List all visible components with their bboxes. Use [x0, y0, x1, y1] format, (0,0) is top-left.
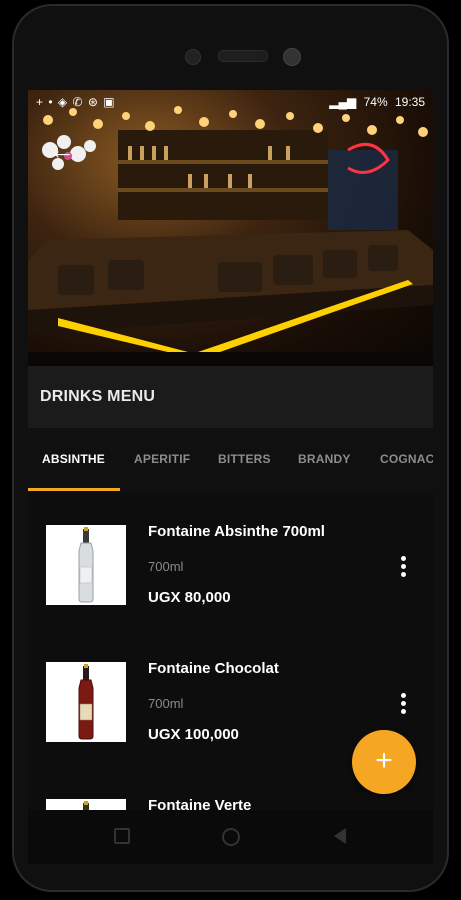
tab-brandy[interactable]: BRANDY	[298, 452, 351, 466]
clock: 19:35	[394, 95, 425, 109]
more-options-icon[interactable]	[396, 554, 410, 582]
back-arrow-icon[interactable]: ←	[48, 136, 76, 164]
product-price: UGX 100,000	[148, 726, 239, 743]
page-title: DRINKS MENU	[40, 388, 156, 405]
product-size: 700ml	[148, 696, 184, 711]
status-right: ▂▄▆ 74% 19:35	[325, 95, 425, 109]
app-screen: + • ◈ ✆ ⊛ ▣ ▂▄▆ 74% 19:35 ← DRINKS MENU …	[28, 90, 433, 810]
front-sensor	[185, 49, 201, 65]
product-size: 700ml	[148, 559, 184, 574]
product-image	[46, 662, 126, 742]
status-bar: + • ◈ ✆ ⊛ ▣ ▂▄▆ 74% 19:35	[28, 90, 433, 114]
earpiece	[218, 50, 268, 62]
front-camera	[283, 48, 301, 66]
list-item[interactable]: Fontaine Absinthe 700ml 700ml UGX 80,000	[28, 492, 433, 629]
battery-level: 74%	[363, 95, 388, 109]
active-tab-indicator	[28, 488, 120, 491]
system-nav-bar	[28, 810, 433, 864]
signal-icon: ▂▄▆	[329, 95, 357, 109]
tab-bitters[interactable]: BITTERS	[218, 452, 271, 466]
product-price: UGX 80,000	[148, 589, 231, 606]
product-name: Fontaine Verte	[148, 797, 252, 810]
tab-absinthe[interactable]: ABSINTHE	[42, 452, 105, 466]
bar-hero-image: + • ◈ ✆ ⊛ ▣ ▂▄▆ 74% 19:35 ←	[28, 90, 433, 366]
product-image	[46, 525, 126, 605]
tab-aperitif[interactable]: APERITIF	[134, 452, 190, 466]
recent-apps-icon[interactable]	[114, 828, 130, 844]
back-icon[interactable]	[334, 828, 346, 844]
tab-cognac[interactable]: COGNAC	[380, 452, 433, 466]
title-bar: DRINKS MENU	[28, 366, 433, 428]
category-tabs: ABSINTHE APERITIF BITTERS BRANDY COGNAC	[28, 428, 433, 492]
more-options-icon[interactable]	[396, 691, 410, 719]
home-icon[interactable]	[222, 828, 240, 846]
product-image	[46, 799, 126, 810]
status-notification-icons: + • ◈ ✆ ⊛ ▣	[36, 95, 116, 109]
product-name: Fontaine Absinthe 700ml	[148, 523, 325, 540]
add-button[interactable]: +	[352, 730, 416, 794]
product-name: Fontaine Chocolat	[148, 660, 279, 677]
